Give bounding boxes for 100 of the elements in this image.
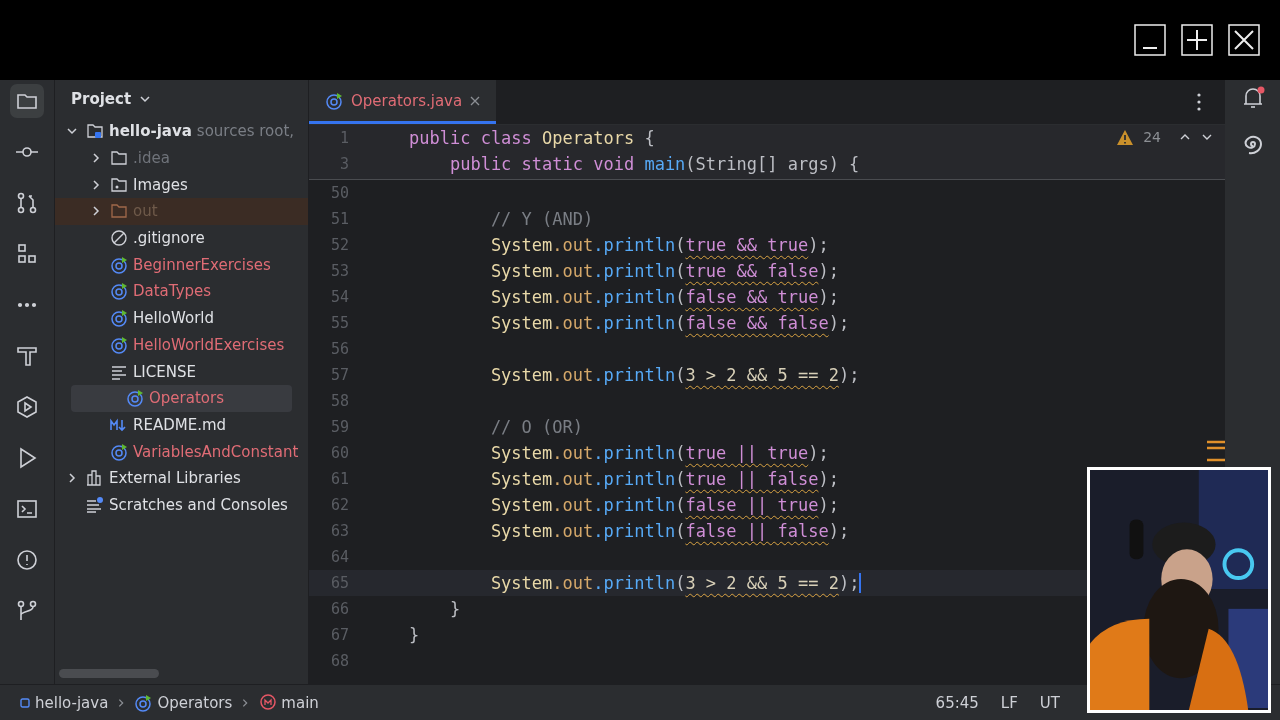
breadcrumb[interactable]: hello-java bbox=[20, 694, 109, 712]
tree-item[interactable]: Images bbox=[55, 171, 308, 199]
tree-item[interactable]: hello-java sources root, bbox=[55, 118, 308, 145]
code-line: System.out.println(true && false); bbox=[489, 261, 839, 281]
code-line: System.out.println(3 > 2 && 5 == 2); bbox=[489, 365, 860, 385]
code-line: public class Operators { bbox=[409, 128, 655, 148]
code-line: // Y (AND) bbox=[489, 209, 594, 229]
caret-position[interactable]: 65:45 bbox=[935, 694, 979, 712]
tree-label: .idea bbox=[133, 149, 170, 168]
line-number: 68 bbox=[329, 652, 349, 670]
tree-label: Operators bbox=[149, 389, 224, 408]
line-number: 57 bbox=[329, 366, 349, 384]
java-class-icon bbox=[110, 442, 128, 461]
panel-title[interactable]: Project bbox=[71, 90, 132, 108]
breadcrumb[interactable]: main bbox=[258, 694, 319, 712]
java-class-icon bbox=[325, 91, 343, 110]
module-icon bbox=[20, 698, 30, 708]
tree-label: DataTypes bbox=[133, 282, 212, 301]
tree-item[interactable]: README.md bbox=[55, 411, 308, 439]
tree-label: BeginnerExercises bbox=[133, 255, 271, 274]
tree-label: hello-java bbox=[109, 122, 192, 141]
code-line: System.out.println(true || false); bbox=[489, 469, 839, 489]
line-number: 58 bbox=[329, 392, 349, 410]
line-number: 51 bbox=[329, 210, 349, 228]
tree-item[interactable]: Scratches and Consoles bbox=[55, 491, 308, 519]
file-encoding[interactable]: UT bbox=[1039, 694, 1060, 712]
tree-item[interactable]: LICENSE bbox=[55, 358, 308, 385]
image-folder-icon bbox=[110, 175, 128, 194]
tree-label: External Libraries bbox=[109, 469, 241, 488]
tree-item[interactable]: .gitignore bbox=[55, 224, 308, 252]
java-class-icon bbox=[110, 255, 128, 274]
line-number: 60 bbox=[329, 444, 349, 462]
java-class-icon bbox=[110, 309, 128, 328]
tree-label: HelloWorld bbox=[133, 309, 214, 328]
chevron-right-icon[interactable] bbox=[90, 152, 102, 165]
java-class-icon bbox=[110, 282, 128, 301]
code-line: } bbox=[448, 599, 461, 619]
tree-item[interactable]: DataTypes bbox=[55, 278, 308, 305]
tree-label: VariablesAndConstant bbox=[133, 442, 299, 461]
line-number: 61 bbox=[329, 470, 349, 488]
folder-icon bbox=[110, 202, 128, 221]
tree-item[interactable]: External Libraries bbox=[55, 464, 308, 492]
chevron-right-icon[interactable] bbox=[90, 178, 102, 191]
maximize-icon[interactable] bbox=[1181, 24, 1213, 56]
text-cursor bbox=[859, 573, 862, 593]
chevron-down-icon[interactable] bbox=[139, 93, 152, 105]
scrollbar-thumb[interactable] bbox=[59, 668, 159, 678]
code-line: System.out.println(false && false); bbox=[489, 313, 850, 333]
code-line: System.out.println(true && true); bbox=[489, 235, 829, 255]
code-line: System.out.println(false || false); bbox=[489, 521, 850, 541]
line-number: 59 bbox=[329, 418, 349, 436]
chevron-right-icon[interactable] bbox=[90, 205, 102, 218]
tree-hint: sources root, bbox=[196, 122, 295, 141]
java-class-icon bbox=[126, 389, 144, 408]
code-line: public static void main(String[] args) { bbox=[448, 154, 860, 174]
library-icon bbox=[86, 469, 104, 488]
line-number: 50 bbox=[329, 184, 349, 202]
tree-item[interactable]: VariablesAndConstant bbox=[55, 438, 308, 465]
line-number: 63 bbox=[329, 522, 349, 540]
tree-label: README.md bbox=[133, 415, 227, 434]
code-line: // O (OR) bbox=[489, 417, 583, 437]
method-icon bbox=[258, 694, 277, 712]
warning-count[interactable]: 24 bbox=[1143, 129, 1161, 145]
folder-icon bbox=[110, 149, 128, 168]
tree-label: Scratches and Consoles bbox=[109, 495, 288, 514]
line-number: 54 bbox=[329, 288, 349, 306]
line-separator[interactable]: LF bbox=[1000, 694, 1018, 712]
tree-item[interactable]: HelloWorld bbox=[55, 304, 308, 332]
line-number: 62 bbox=[329, 496, 349, 514]
warning-icon[interactable] bbox=[1117, 129, 1134, 145]
error-stripe-icon[interactable] bbox=[1207, 440, 1225, 462]
tree-item[interactable]: BeginnerExercises bbox=[55, 251, 308, 279]
code-line: System.out.println(false || true); bbox=[489, 495, 839, 515]
java-class-icon bbox=[134, 694, 153, 712]
code-line: System.out.println(true || true); bbox=[489, 443, 829, 463]
module-folder-icon bbox=[86, 122, 104, 141]
breadcrumb[interactable]: Operators bbox=[134, 694, 233, 712]
code-line: System.out.println(false && true); bbox=[489, 287, 839, 307]
line-number: 56 bbox=[329, 340, 349, 358]
editor-tab[interactable]: Operators.java bbox=[309, 80, 497, 124]
minimize-icon[interactable] bbox=[1134, 24, 1166, 56]
chevron-right-icon[interactable] bbox=[66, 472, 78, 485]
java-class-icon bbox=[110, 335, 128, 354]
tree-label: Images bbox=[133, 175, 188, 194]
code-line: System.out.println(3 > 2 && 5 == 2); bbox=[489, 573, 860, 593]
tab-label: Operators.java bbox=[351, 91, 463, 110]
line-number: 66 bbox=[329, 600, 349, 618]
code-line: } bbox=[409, 625, 420, 645]
tree-label: .gitignore bbox=[133, 229, 205, 248]
line-number: 55 bbox=[329, 314, 349, 332]
line-number: 64 bbox=[329, 548, 349, 566]
line-number: 53 bbox=[329, 262, 349, 280]
tree-item[interactable]: HelloWorldExercises bbox=[55, 331, 308, 359]
scratches-icon bbox=[86, 495, 104, 514]
tree-label: LICENSE bbox=[133, 362, 196, 381]
tree-item[interactable]: Operators bbox=[71, 384, 292, 412]
more-options-icon[interactable] bbox=[1197, 93, 1201, 111]
tree-label: HelloWorldExercises bbox=[133, 335, 285, 354]
line-number: 52 bbox=[329, 236, 349, 254]
line-number: 67 bbox=[329, 626, 349, 644]
